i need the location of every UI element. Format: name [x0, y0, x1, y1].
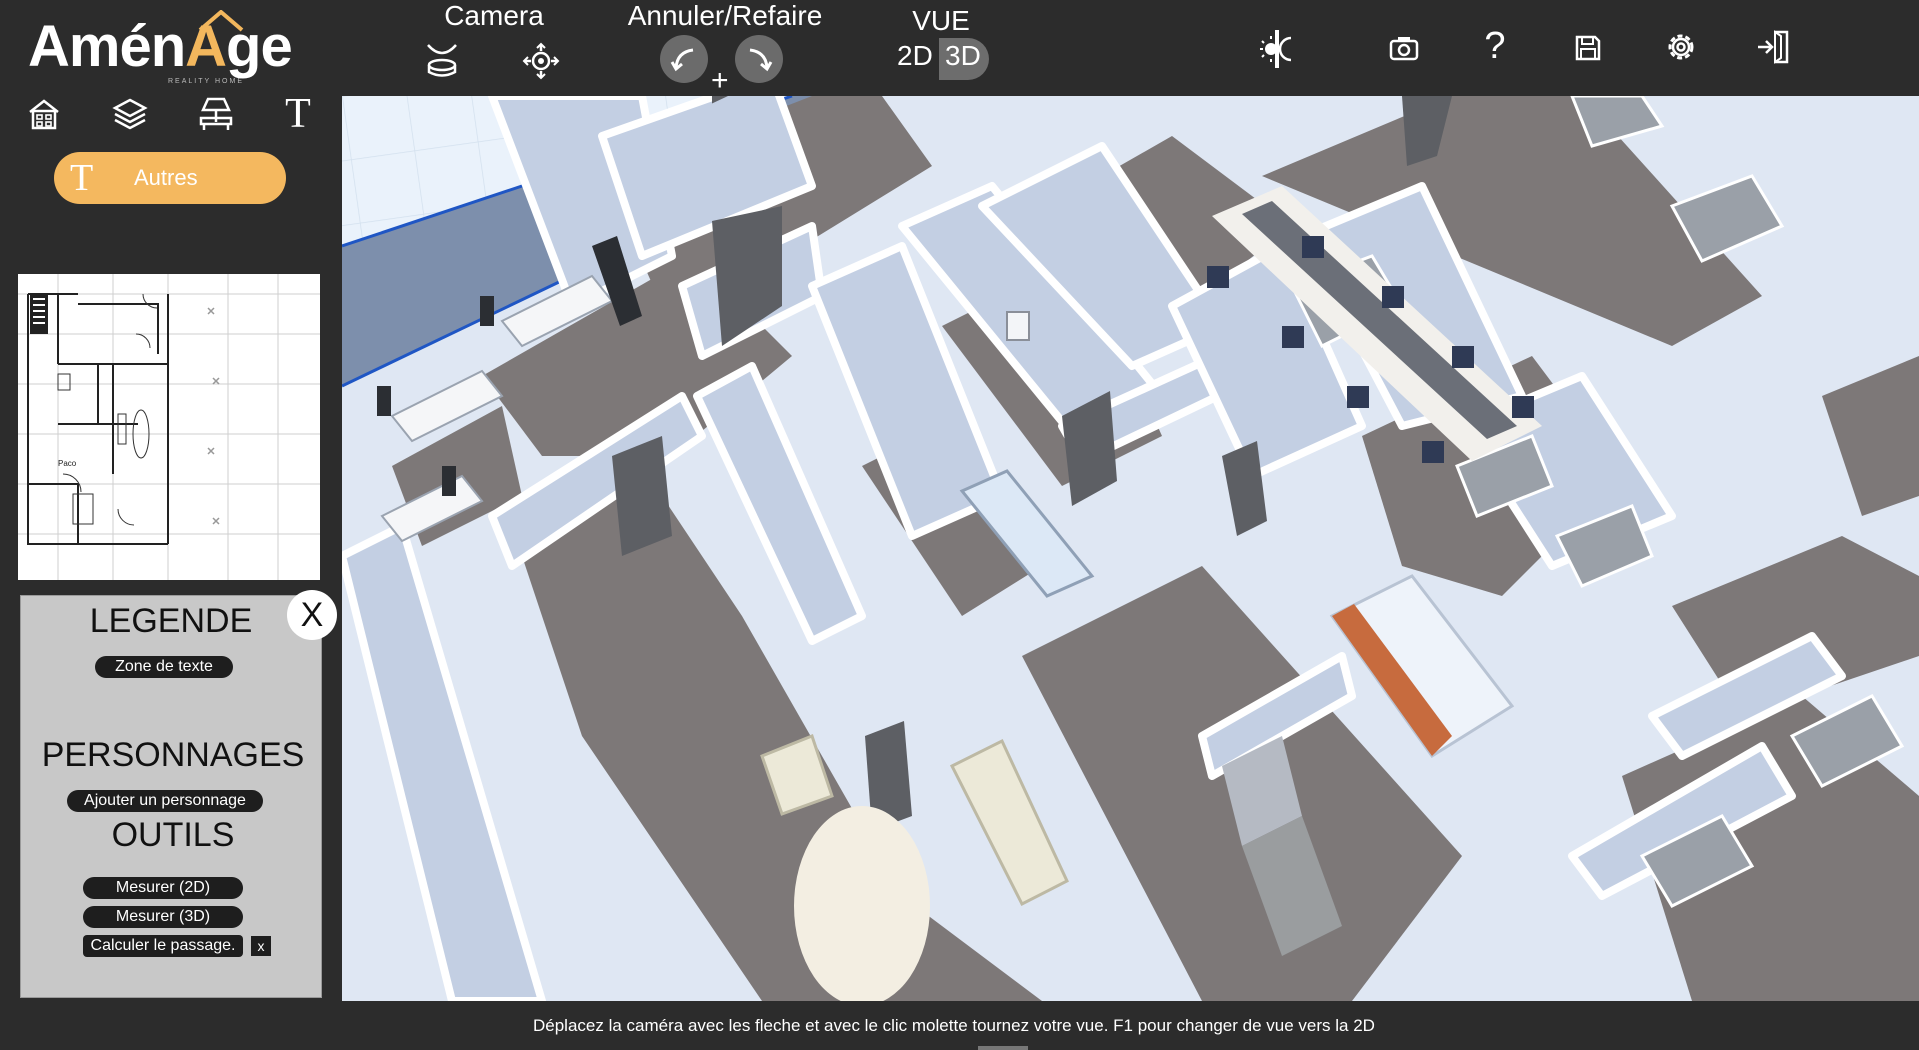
view-2d-option[interactable]: 2D — [897, 40, 933, 72]
chair-5 — [1382, 286, 1404, 308]
3d-viewport[interactable] — [342, 96, 1919, 1001]
personnages-title: PERSONNAGES — [41, 736, 305, 774]
chair-7 — [1512, 396, 1534, 418]
calc-passage-clear-button[interactable]: x — [251, 936, 271, 956]
save-icon[interactable] — [1571, 30, 1605, 66]
monitor-1 — [377, 386, 391, 416]
screenshot-icon[interactable] — [1386, 30, 1422, 66]
legend-close-button[interactable]: X — [287, 590, 337, 640]
sink — [1006, 311, 1030, 341]
chair-1 — [1207, 266, 1229, 288]
help-icon[interactable]: ? — [1478, 24, 1512, 68]
furniture-lamp-icon[interactable] — [196, 94, 236, 134]
measure-2d-button[interactable]: Mesurer (2D) — [83, 877, 243, 899]
undo-redo-group-label: Annuler/Refaire — [627, 0, 823, 31]
settings-icon[interactable] — [1662, 28, 1700, 66]
floorplan-minimap[interactable]: Paco — [18, 274, 320, 580]
door-2 — [612, 436, 672, 556]
camera-top-view-icon[interactable] — [422, 40, 462, 80]
oval-rug — [794, 806, 930, 1001]
redo-button[interactable] — [735, 35, 783, 83]
undo-icon — [670, 48, 694, 72]
calc-passage-button[interactable]: Calculer le passage. — [83, 935, 243, 957]
app-window: AménAge REALITY HOME Camera Annuler/Refa… — [0, 0, 1919, 1050]
monitor-3 — [442, 466, 456, 496]
view-3d-option[interactable]: 3D — [945, 40, 981, 72]
view-group-label: VUE — [912, 5, 970, 36]
chair-6 — [1452, 346, 1474, 368]
minimap-room-label: Paco — [58, 459, 77, 468]
text-glyph: T — [285, 91, 311, 137]
undo-redo-plus: + — [711, 64, 729, 97]
exit-icon[interactable] — [1754, 27, 1794, 67]
text-icon[interactable]: T — [278, 91, 318, 137]
add-character-button[interactable]: Ajouter un personnage — [67, 790, 263, 812]
status-indicator — [978, 1046, 1028, 1050]
logo-wordmark: AménAge — [28, 12, 293, 82]
floorplan-drawing: Paco — [18, 274, 320, 580]
category-text-icon: T — [70, 157, 94, 199]
legende-title: LEGENDE — [89, 602, 253, 640]
day-night-icon[interactable] — [1254, 25, 1302, 73]
category-label: Autres — [134, 165, 198, 190]
view-toggle[interactable]: 2D 3D — [893, 38, 989, 80]
chair-4 — [1302, 236, 1324, 258]
chair-3 — [1347, 386, 1369, 408]
layers-icon[interactable] — [110, 94, 150, 134]
status-hint: Déplacez la caméra avec les fleche et av… — [533, 1016, 1375, 1035]
help-glyph: ? — [1484, 24, 1506, 67]
undo-button[interactable] — [660, 35, 708, 83]
camera-orbit-icon[interactable] — [520, 40, 562, 82]
logo-roof-icon — [198, 10, 244, 32]
logo-tagline: REALITY HOME — [168, 78, 244, 85]
redo-icon — [749, 48, 773, 72]
chair-2 — [1282, 326, 1304, 348]
chair-8 — [1422, 441, 1444, 463]
3d-floorplan-scene — [342, 96, 1919, 1001]
measure-3d-button[interactable]: Mesurer (3D) — [83, 906, 243, 928]
zone-texte-button[interactable]: Zone de texte — [95, 656, 233, 678]
camera-group-label: Camera — [444, 0, 544, 31]
legend-tools-panel: LEGENDE Zone de texte PERSONNAGES Ajoute… — [20, 595, 322, 998]
monitor-2 — [480, 296, 494, 326]
logo-part-1: Amén — [28, 14, 186, 79]
outils-title: OUTILS — [111, 816, 235, 854]
category-autres-button[interactable]: T Autres — [54, 152, 286, 204]
status-bar: Déplacez la caméra avec les fleche et av… — [0, 1001, 1919, 1050]
app-logo: AménAge REALITY HOME — [28, 10, 328, 86]
house-icon[interactable] — [24, 94, 64, 134]
